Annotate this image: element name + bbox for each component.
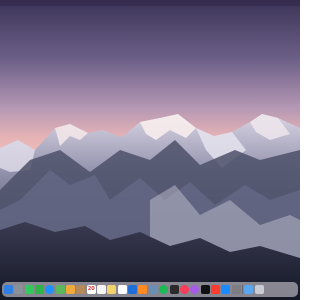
facetime-icon[interactable] bbox=[35, 285, 45, 294]
launchpad-icon[interactable] bbox=[14, 285, 24, 294]
photos-icon[interactable] bbox=[66, 285, 76, 294]
tv-icon[interactable] bbox=[200, 285, 210, 294]
books-icon[interactable] bbox=[138, 285, 148, 294]
notes-icon[interactable] bbox=[107, 285, 117, 294]
spotify-icon[interactable] bbox=[159, 285, 169, 294]
music-icon[interactable] bbox=[179, 285, 189, 294]
safari-icon[interactable] bbox=[45, 285, 55, 294]
freeform-icon[interactable] bbox=[117, 285, 127, 294]
contacts-icon[interactable] bbox=[76, 285, 86, 294]
dock: 20 bbox=[2, 282, 298, 297]
finder-icon[interactable] bbox=[4, 285, 13, 294]
calendar-date: 20 bbox=[87, 286, 95, 292]
downloads-folder-icon[interactable] bbox=[244, 285, 254, 294]
desktop-wallpaper bbox=[0, 0, 300, 300]
system-settings-icon[interactable] bbox=[231, 285, 241, 294]
messages-icon[interactable] bbox=[24, 285, 34, 294]
trash-icon[interactable] bbox=[254, 285, 264, 294]
menu-bar bbox=[0, 0, 300, 6]
xcode-icon[interactable] bbox=[128, 285, 138, 294]
preview-icon[interactable] bbox=[148, 285, 158, 294]
podcasts-icon[interactable] bbox=[190, 285, 200, 294]
calendar-icon[interactable]: 20 bbox=[86, 285, 96, 294]
dock-separator bbox=[241, 285, 243, 294]
news-icon[interactable] bbox=[210, 285, 220, 294]
app-store-icon[interactable] bbox=[221, 285, 231, 294]
reminders-icon[interactable] bbox=[97, 285, 107, 294]
terminal-icon[interactable] bbox=[169, 285, 179, 294]
maps-icon[interactable] bbox=[55, 285, 65, 294]
